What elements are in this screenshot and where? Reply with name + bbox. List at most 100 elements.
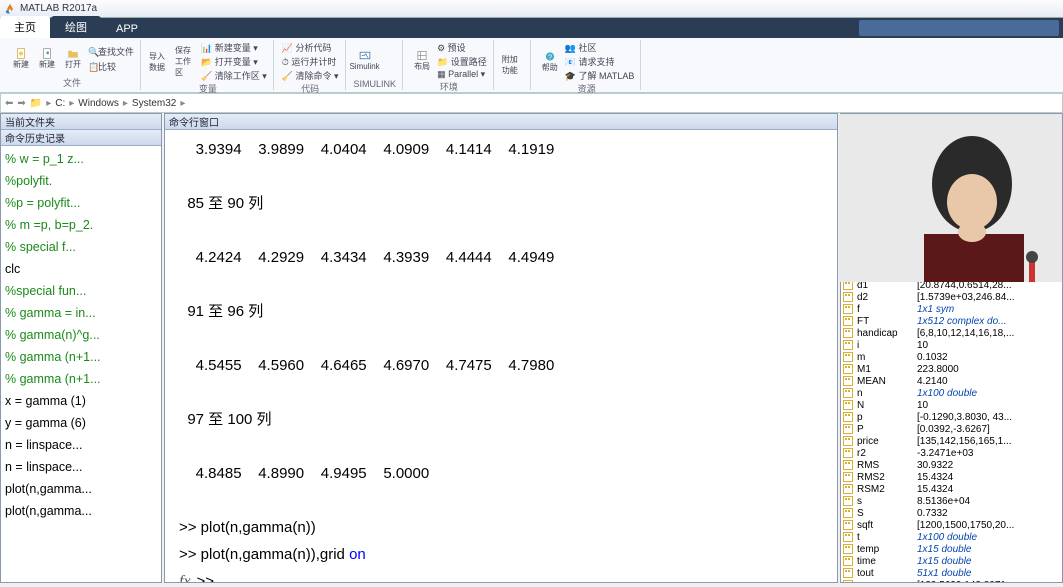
- var-icon: [843, 376, 855, 386]
- history-item[interactable]: % gamma(n)^g...: [5, 324, 157, 346]
- find-files-button[interactable]: 🔍查找文件: [88, 45, 134, 58]
- var-name: FT: [857, 316, 917, 327]
- history-list[interactable]: % w = p_1 z...%polyfit.%p = polyfit...% …: [1, 146, 161, 582]
- history-item[interactable]: % m =p, b=p_2.: [5, 214, 157, 236]
- fx-icon: fx: [179, 568, 191, 582]
- ribbon-addon: 附加功能: [496, 40, 531, 90]
- workspace-row[interactable]: i10: [843, 339, 1060, 351]
- community-button[interactable]: 👥 社区: [565, 41, 635, 54]
- var-icon: [843, 436, 855, 446]
- layout-button[interactable]: 布局: [411, 50, 433, 72]
- workspace-row[interactable]: MEAN4.2140: [843, 375, 1060, 387]
- var-name: d2: [857, 292, 917, 303]
- addon-button[interactable]: 附加功能: [502, 54, 524, 76]
- history-item[interactable]: % special f...: [5, 236, 157, 258]
- workspace-row[interactable]: r2-3.2471e+03: [843, 447, 1060, 459]
- workspace-row[interactable]: RMS30.9322: [843, 459, 1060, 471]
- command-window[interactable]: 3.9394 3.9899 4.0404 4.0909 4.1414 4.191…: [165, 130, 837, 582]
- var-value: 223.8000: [917, 364, 1060, 375]
- var-icon: [843, 400, 855, 410]
- var-name: N: [857, 400, 917, 411]
- tab-app[interactable]: APP: [102, 20, 152, 38]
- open-var-button[interactable]: 📂 打开变量 ▾: [201, 55, 267, 68]
- var-value: [0.0392,-3.6267]: [917, 424, 1060, 435]
- workspace-row[interactable]: S0.7332: [843, 507, 1060, 519]
- history-item[interactable]: % gamma (n+1...: [5, 368, 157, 390]
- history-item[interactable]: clc: [5, 258, 157, 280]
- var-value: [139.5699,142.8071...: [917, 580, 1060, 583]
- workspace-row[interactable]: t1x100 double: [843, 531, 1060, 543]
- pref-button[interactable]: ⚙ 预设: [437, 41, 487, 54]
- workspace-row[interactable]: RMS215.4324: [843, 471, 1060, 483]
- history-item[interactable]: % w = p_1 z...: [5, 148, 157, 170]
- var-value: 1x15 double: [917, 544, 1060, 555]
- ribbon-simulink: Simulink SIMULINK: [348, 40, 404, 90]
- history-item[interactable]: %special fun...: [5, 280, 157, 302]
- breadcrumb[interactable]: ⬅ ➡ 📁 ▸ C: ▸ Windows ▸ System32 ▸: [0, 93, 1063, 113]
- workspace-row[interactable]: m0.1032: [843, 351, 1060, 363]
- history-item[interactable]: %polyfit.: [5, 170, 157, 192]
- workspace-row[interactable]: n1x100 double: [843, 387, 1060, 399]
- nav-back-icon[interactable]: ⬅: [5, 98, 13, 109]
- new-var-button[interactable]: 📊 新建变量 ▾: [201, 41, 267, 54]
- save-ws-button[interactable]: 保存工作区: [175, 51, 197, 73]
- run-time-button[interactable]: ⏱ 运行并计时: [282, 55, 339, 68]
- var-name: S: [857, 508, 917, 519]
- support-button[interactable]: 📧 请求支持: [565, 55, 635, 68]
- parallel-button[interactable]: ▦ Parallel ▾: [437, 69, 487, 80]
- breadcrumb-part[interactable]: Windows: [78, 98, 119, 109]
- workspace-row[interactable]: P[0.0392,-3.6267]: [843, 423, 1060, 435]
- workspace-row[interactable]: f1x1 sym: [843, 303, 1060, 315]
- var-icon: [843, 328, 855, 338]
- tab-home[interactable]: 主页: [0, 16, 50, 38]
- workspace-row[interactable]: sqft[1200,1500,1750,20...: [843, 519, 1060, 531]
- var-icon: [843, 364, 855, 374]
- quick-access[interactable]: [859, 20, 1059, 36]
- workspace-row[interactable]: temp1x15 double: [843, 543, 1060, 555]
- workspace-row[interactable]: handicap[6,8,10,12,14,16,18,...: [843, 327, 1060, 339]
- workspace-row[interactable]: w[139.5699,142.8071...: [843, 579, 1060, 582]
- workspace-row[interactable]: price[135,142,156,165,1...: [843, 435, 1060, 447]
- ribbon: 新建 新建 打开 🔍查找文件 📋比较 文件 导入数据 保存工作区 📊 新建变量 …: [0, 38, 1063, 93]
- workspace-row[interactable]: N10: [843, 399, 1060, 411]
- simulink-button[interactable]: Simulink: [354, 49, 376, 71]
- help-button[interactable]: ?帮助: [539, 51, 561, 73]
- new-button[interactable]: 新建: [36, 48, 58, 70]
- cmd-line: >> plot(n,gamma(n)),grid on: [179, 541, 823, 568]
- var-name: M1: [857, 364, 917, 375]
- history-item[interactable]: % gamma = in...: [5, 302, 157, 324]
- history-item[interactable]: y = gamma (6): [5, 412, 157, 434]
- learn-button[interactable]: 🎓 了解 MATLAB: [565, 69, 635, 82]
- workspace-row[interactable]: d2[1.5739e+03,246.84...: [843, 291, 1060, 303]
- history-item[interactable]: x = gamma (1): [5, 390, 157, 412]
- open-button[interactable]: 打开: [62, 48, 84, 70]
- workspace-row[interactable]: time1x15 double: [843, 555, 1060, 567]
- var-name: sqft: [857, 520, 917, 531]
- analyze-button[interactable]: 📈 分析代码: [282, 41, 339, 54]
- workspace-row[interactable]: s8.5136e+04: [843, 495, 1060, 507]
- tab-plot[interactable]: 绘图: [51, 16, 101, 38]
- breadcrumb-part[interactable]: C:: [55, 98, 65, 109]
- workspace-row[interactable]: p[-0.1290,3.8030, 43...: [843, 411, 1060, 423]
- history-item[interactable]: % gamma (n+1...: [5, 346, 157, 368]
- new-script-button[interactable]: 新建: [10, 48, 32, 70]
- compare-button[interactable]: 📋比较: [88, 60, 134, 73]
- output-row: 4.8485 4.8990 4.9495 5.0000: [179, 460, 823, 487]
- nav-fwd-icon[interactable]: ➡: [17, 98, 25, 109]
- workspace-row[interactable]: RSM215.4324: [843, 483, 1060, 495]
- import-button[interactable]: 导入数据: [149, 51, 171, 73]
- history-item[interactable]: plot(n,gamma...: [5, 478, 157, 500]
- history-item[interactable]: plot(n,gamma...: [5, 500, 157, 522]
- workspace-row[interactable]: M1223.8000: [843, 363, 1060, 375]
- breadcrumb-part[interactable]: System32: [132, 98, 176, 109]
- clear-ws-button[interactable]: 🧹 清除工作区 ▾: [201, 69, 267, 82]
- workspace-row[interactable]: FT1x512 complex do...: [843, 315, 1060, 327]
- history-item[interactable]: n = linspace...: [5, 434, 157, 456]
- clear-cmd-button[interactable]: 🧹 清除命令 ▾: [282, 69, 339, 82]
- workspace-row[interactable]: tout51x1 double: [843, 567, 1060, 579]
- history-item[interactable]: n = linspace...: [5, 456, 157, 478]
- cmd-prompt[interactable]: fx>>: [179, 568, 823, 582]
- cmd-line: >> plot(n,gamma(n)): [179, 514, 823, 541]
- setpath-button[interactable]: 📁 设置路径: [437, 55, 487, 68]
- history-item[interactable]: %p = polyfit...: [5, 192, 157, 214]
